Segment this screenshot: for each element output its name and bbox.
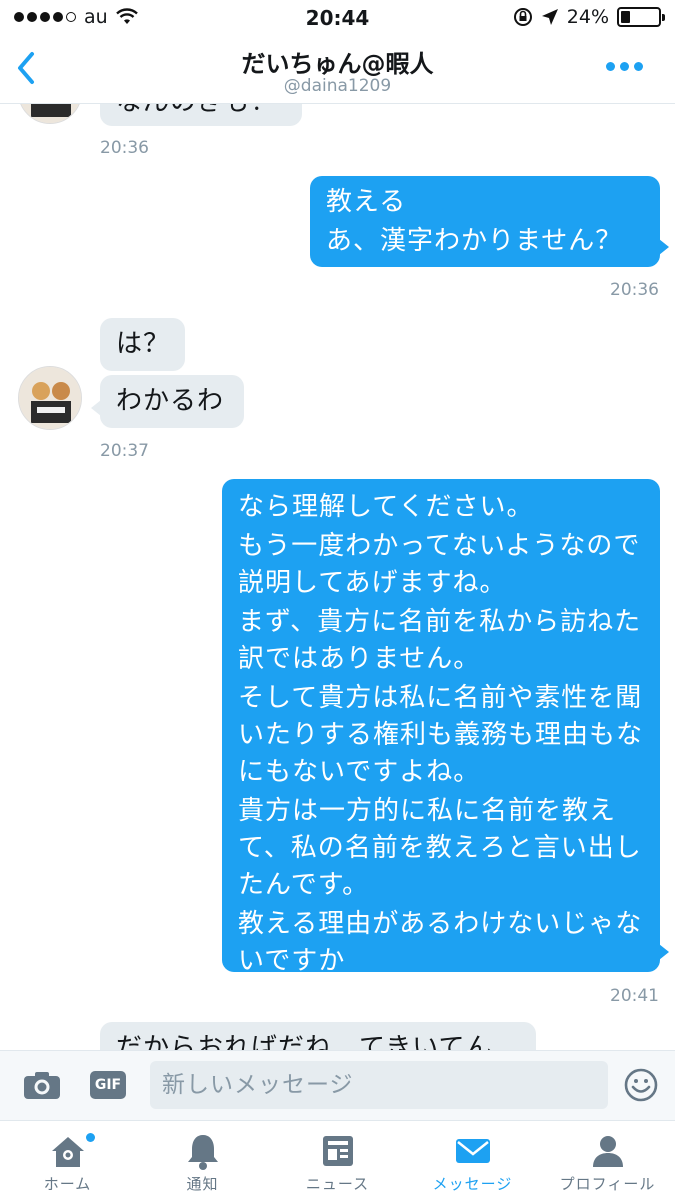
message-text: もう一度わかってないようなので説明してあげますね。 bbox=[238, 531, 641, 598]
message-text: 貴方は一方的に私に名前を教えて、私の名前を教えろと言い出したんです。 bbox=[238, 796, 642, 900]
rotation-lock-icon bbox=[513, 8, 532, 26]
camera-icon[interactable] bbox=[22, 1069, 62, 1101]
message-thread[interactable]: なんのきも！ 20:36 教える あ、漢字わかりません？ 20:36 は？ わか… bbox=[0, 104, 675, 1050]
compose-bar: GIF 新しいメッセージ bbox=[0, 1050, 675, 1120]
tab-label: プロフィール bbox=[559, 1175, 656, 1193]
outgoing-message[interactable]: なら理解してください。 もう一度わかってないようなので説明してあげますね。 まず… bbox=[222, 479, 669, 976]
message-input[interactable]: 新しいメッセージ bbox=[150, 1061, 608, 1109]
battery-percent: 24% bbox=[566, 6, 609, 28]
conversation-title[interactable]: だいちゅん@暇人 bbox=[0, 44, 675, 79]
tab-label: ニュース bbox=[305, 1175, 370, 1193]
tab-label: ホーム bbox=[43, 1175, 92, 1193]
incoming-message[interactable]: わかるわ bbox=[91, 375, 244, 428]
message-text: わかるわ bbox=[116, 386, 225, 416]
message-text: は？ bbox=[116, 329, 171, 359]
message-text: そして貴方は私に名前や素性を聞いたりする権利も義務も理由もなにもないですよね。 bbox=[238, 683, 644, 787]
tab-label: 通知 bbox=[186, 1175, 219, 1193]
tab-home[interactable]: ホーム bbox=[0, 1121, 135, 1200]
gif-button[interactable]: GIF bbox=[90, 1071, 126, 1099]
tab-profile[interactable]: プロフィール bbox=[540, 1121, 675, 1200]
message-timestamp: 20:37 bbox=[100, 441, 149, 461]
message-text: 教える理由があるわけないじゃないですか bbox=[238, 909, 643, 976]
new-content-badge bbox=[86, 1133, 95, 1142]
news-icon bbox=[322, 1136, 353, 1166]
tab-label: メッセージ bbox=[432, 1175, 513, 1193]
message-text: なら理解してください。 bbox=[238, 492, 534, 522]
avatar-photo bbox=[19, 367, 81, 429]
avatar[interactable] bbox=[18, 366, 82, 430]
location-arrow-icon bbox=[541, 9, 558, 25]
more-options-icon[interactable] bbox=[606, 62, 643, 71]
message-timestamp: 20:36 bbox=[100, 138, 149, 158]
outgoing-message[interactable]: 教える あ、漢字わかりません？ bbox=[310, 176, 669, 267]
avatar-photo bbox=[19, 104, 81, 123]
message-timestamp: 20:41 bbox=[610, 986, 659, 1006]
profile-icon bbox=[592, 1136, 623, 1167]
message-text: 教える bbox=[326, 187, 407, 217]
message-text: まず、貴方に名前を私から訪ねた訳ではありません。 bbox=[238, 607, 642, 674]
status-right: 24% bbox=[513, 6, 665, 28]
conversation-header: だいちゅん@暇人 @daina1209 bbox=[0, 36, 675, 104]
incoming-message[interactable]: だからおればだね…てきいてん bbox=[100, 1022, 536, 1050]
home-icon bbox=[51, 1137, 84, 1167]
tab-messages[interactable]: メッセージ bbox=[405, 1121, 540, 1200]
battery-icon bbox=[617, 7, 665, 27]
message-text: あ、漢字わかりません？ bbox=[326, 226, 623, 256]
incoming-message[interactable]: なんのきも！ bbox=[100, 104, 302, 126]
message-text: なんのきも！ bbox=[116, 104, 277, 117]
bell-icon bbox=[187, 1135, 218, 1170]
tab-notifications[interactable]: 通知 bbox=[135, 1121, 270, 1200]
emoji-icon[interactable] bbox=[623, 1067, 659, 1103]
tab-bar: ホーム 通知 ニュース メッセージ プロフィール bbox=[0, 1120, 675, 1200]
conversation-handle: @daina1209 bbox=[283, 76, 392, 96]
message-text: だからおればだね…てきいてん bbox=[116, 1033, 493, 1050]
avatar[interactable] bbox=[18, 104, 82, 124]
status-bar: au 20:44 24% bbox=[0, 0, 675, 36]
tab-news[interactable]: ニュース bbox=[270, 1121, 405, 1200]
message-timestamp: 20:36 bbox=[610, 280, 659, 300]
incoming-message[interactable]: は？ bbox=[100, 318, 185, 371]
envelope-icon bbox=[455, 1139, 490, 1163]
